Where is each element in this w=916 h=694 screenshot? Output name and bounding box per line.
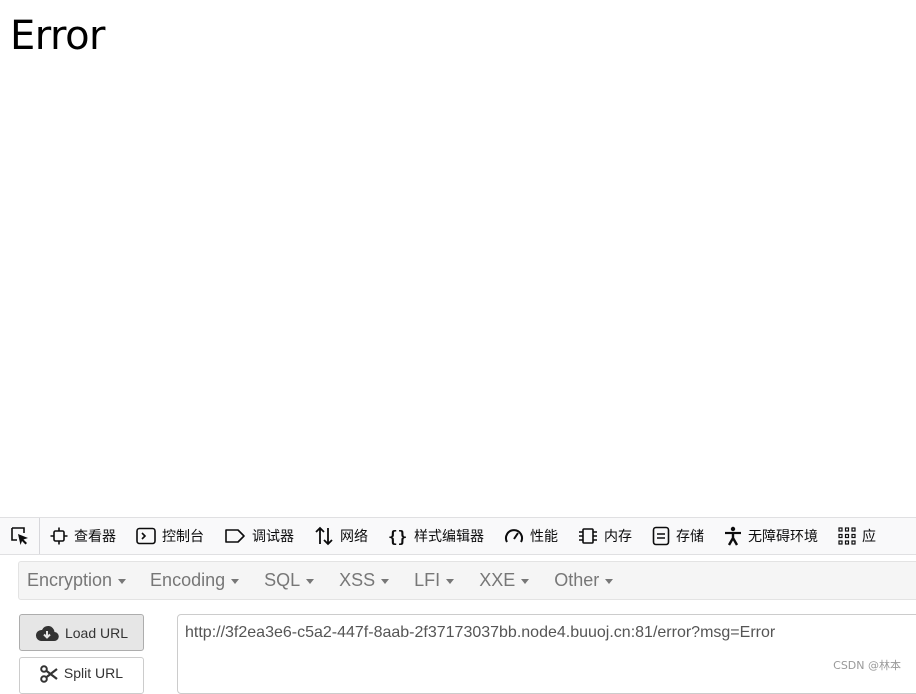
- load-url-button[interactable]: Load URL: [19, 614, 144, 651]
- tab-label: 控制台: [162, 529, 204, 545]
- menu-sql[interactable]: SQL: [256, 570, 322, 591]
- performance-icon: [505, 529, 523, 543]
- storage-icon: [652, 526, 670, 546]
- scissors-icon: [40, 665, 58, 683]
- tab-label: 查看器: [74, 529, 116, 545]
- tab-label: 存储: [676, 529, 704, 545]
- caret-down-icon: [381, 579, 390, 584]
- menu-label: Other: [554, 570, 600, 590]
- caret-down-icon: [521, 579, 530, 584]
- tab-label: 应: [862, 529, 876, 545]
- debugger-icon: [225, 529, 245, 543]
- tab-label: 网络: [340, 529, 368, 545]
- menu-label: Encryption: [27, 570, 113, 590]
- tab-label: 内存: [604, 529, 632, 545]
- network-icon: [315, 526, 333, 546]
- element-picker-icon: [10, 527, 28, 545]
- menu-encryption[interactable]: Encryption: [19, 570, 134, 591]
- menu-label: XSS: [339, 570, 376, 590]
- inspector-icon: [50, 527, 68, 545]
- tab-console[interactable]: 控制台: [126, 518, 214, 554]
- memory-icon: [579, 528, 597, 544]
- caret-down-icon: [446, 579, 455, 584]
- tab-memory[interactable]: 内存: [568, 518, 642, 554]
- tab-performance[interactable]: 性能: [494, 518, 568, 554]
- menu-lfi[interactable]: LFI: [406, 570, 462, 591]
- devtools-toolbar: 查看器 控制台 调试器 网络 {} 样式编辑器 性能 内存 存储 无障碍环境 应: [0, 517, 916, 555]
- tab-style-editor[interactable]: {} 样式编辑器: [378, 518, 494, 554]
- page-title: Error: [10, 13, 106, 59]
- hackbar-panel: Encryption Encoding SQL XSS LFI XXE Othe…: [0, 555, 916, 694]
- application-icon: [838, 527, 856, 545]
- tab-inspector[interactable]: 查看器: [40, 518, 126, 554]
- caret-down-icon: [306, 579, 315, 584]
- menu-label: Encoding: [150, 570, 226, 590]
- console-icon: [136, 527, 156, 545]
- menu-label: LFI: [414, 570, 441, 590]
- tab-label: 无障碍环境: [748, 529, 818, 545]
- tab-label: 性能: [530, 529, 558, 545]
- cloud-download-icon: [35, 625, 59, 641]
- caret-down-icon: [605, 579, 614, 584]
- svg-text:{}: {}: [388, 527, 407, 545]
- menu-other[interactable]: Other: [546, 570, 621, 591]
- menu-xxe[interactable]: XXE: [471, 570, 537, 591]
- url-textarea[interactable]: http://3f2ea3e6-c5a2-447f-8aab-2f3717303…: [177, 614, 916, 694]
- caret-down-icon: [118, 579, 127, 584]
- watermark: CSDN @林本: [833, 659, 901, 672]
- tab-label: 调试器: [252, 529, 294, 545]
- load-url-label: Load URL: [64, 624, 129, 641]
- menu-xss[interactable]: XSS: [331, 570, 397, 591]
- element-picker-button[interactable]: [0, 518, 40, 554]
- menu-label: XXE: [479, 570, 516, 590]
- caret-down-icon: [231, 579, 240, 584]
- url-text: http://3f2ea3e6-c5a2-447f-8aab-2f3717303…: [185, 624, 776, 641]
- tab-label: 样式编辑器: [414, 529, 484, 545]
- tab-accessibility[interactable]: 无障碍环境: [714, 518, 828, 554]
- menu-encoding[interactable]: Encoding: [142, 570, 247, 591]
- tab-storage[interactable]: 存储: [642, 518, 714, 554]
- split-url-button[interactable]: Split URL: [19, 657, 144, 694]
- hackbar-menu: Encryption Encoding SQL XSS LFI XXE Othe…: [18, 561, 916, 600]
- tab-network[interactable]: 网络: [304, 518, 378, 554]
- tab-application[interactable]: 应: [828, 518, 886, 554]
- accessibility-icon: [725, 526, 741, 546]
- menu-label: SQL: [264, 570, 301, 590]
- style-editor-icon: {}: [388, 527, 407, 545]
- tab-debugger[interactable]: 调试器: [214, 518, 304, 554]
